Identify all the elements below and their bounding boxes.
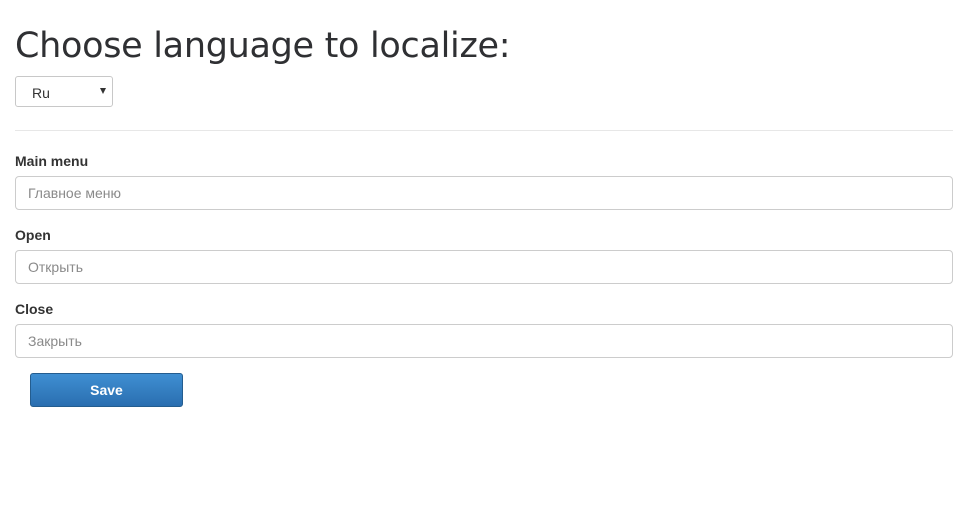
main-menu-input[interactable] (15, 176, 953, 210)
page-title: Choose language to localize: (15, 26, 511, 66)
main-menu-label: Main menu (15, 153, 89, 169)
language-select[interactable]: Ru (15, 76, 113, 107)
divider (15, 130, 953, 131)
open-input[interactable] (15, 250, 953, 284)
save-button[interactable]: Save (30, 373, 183, 407)
language-select-value: Ru (32, 85, 50, 101)
caret-down-icon (100, 88, 106, 94)
close-input[interactable] (15, 324, 953, 358)
close-label: Close (15, 301, 54, 317)
open-label: Open (15, 227, 51, 243)
